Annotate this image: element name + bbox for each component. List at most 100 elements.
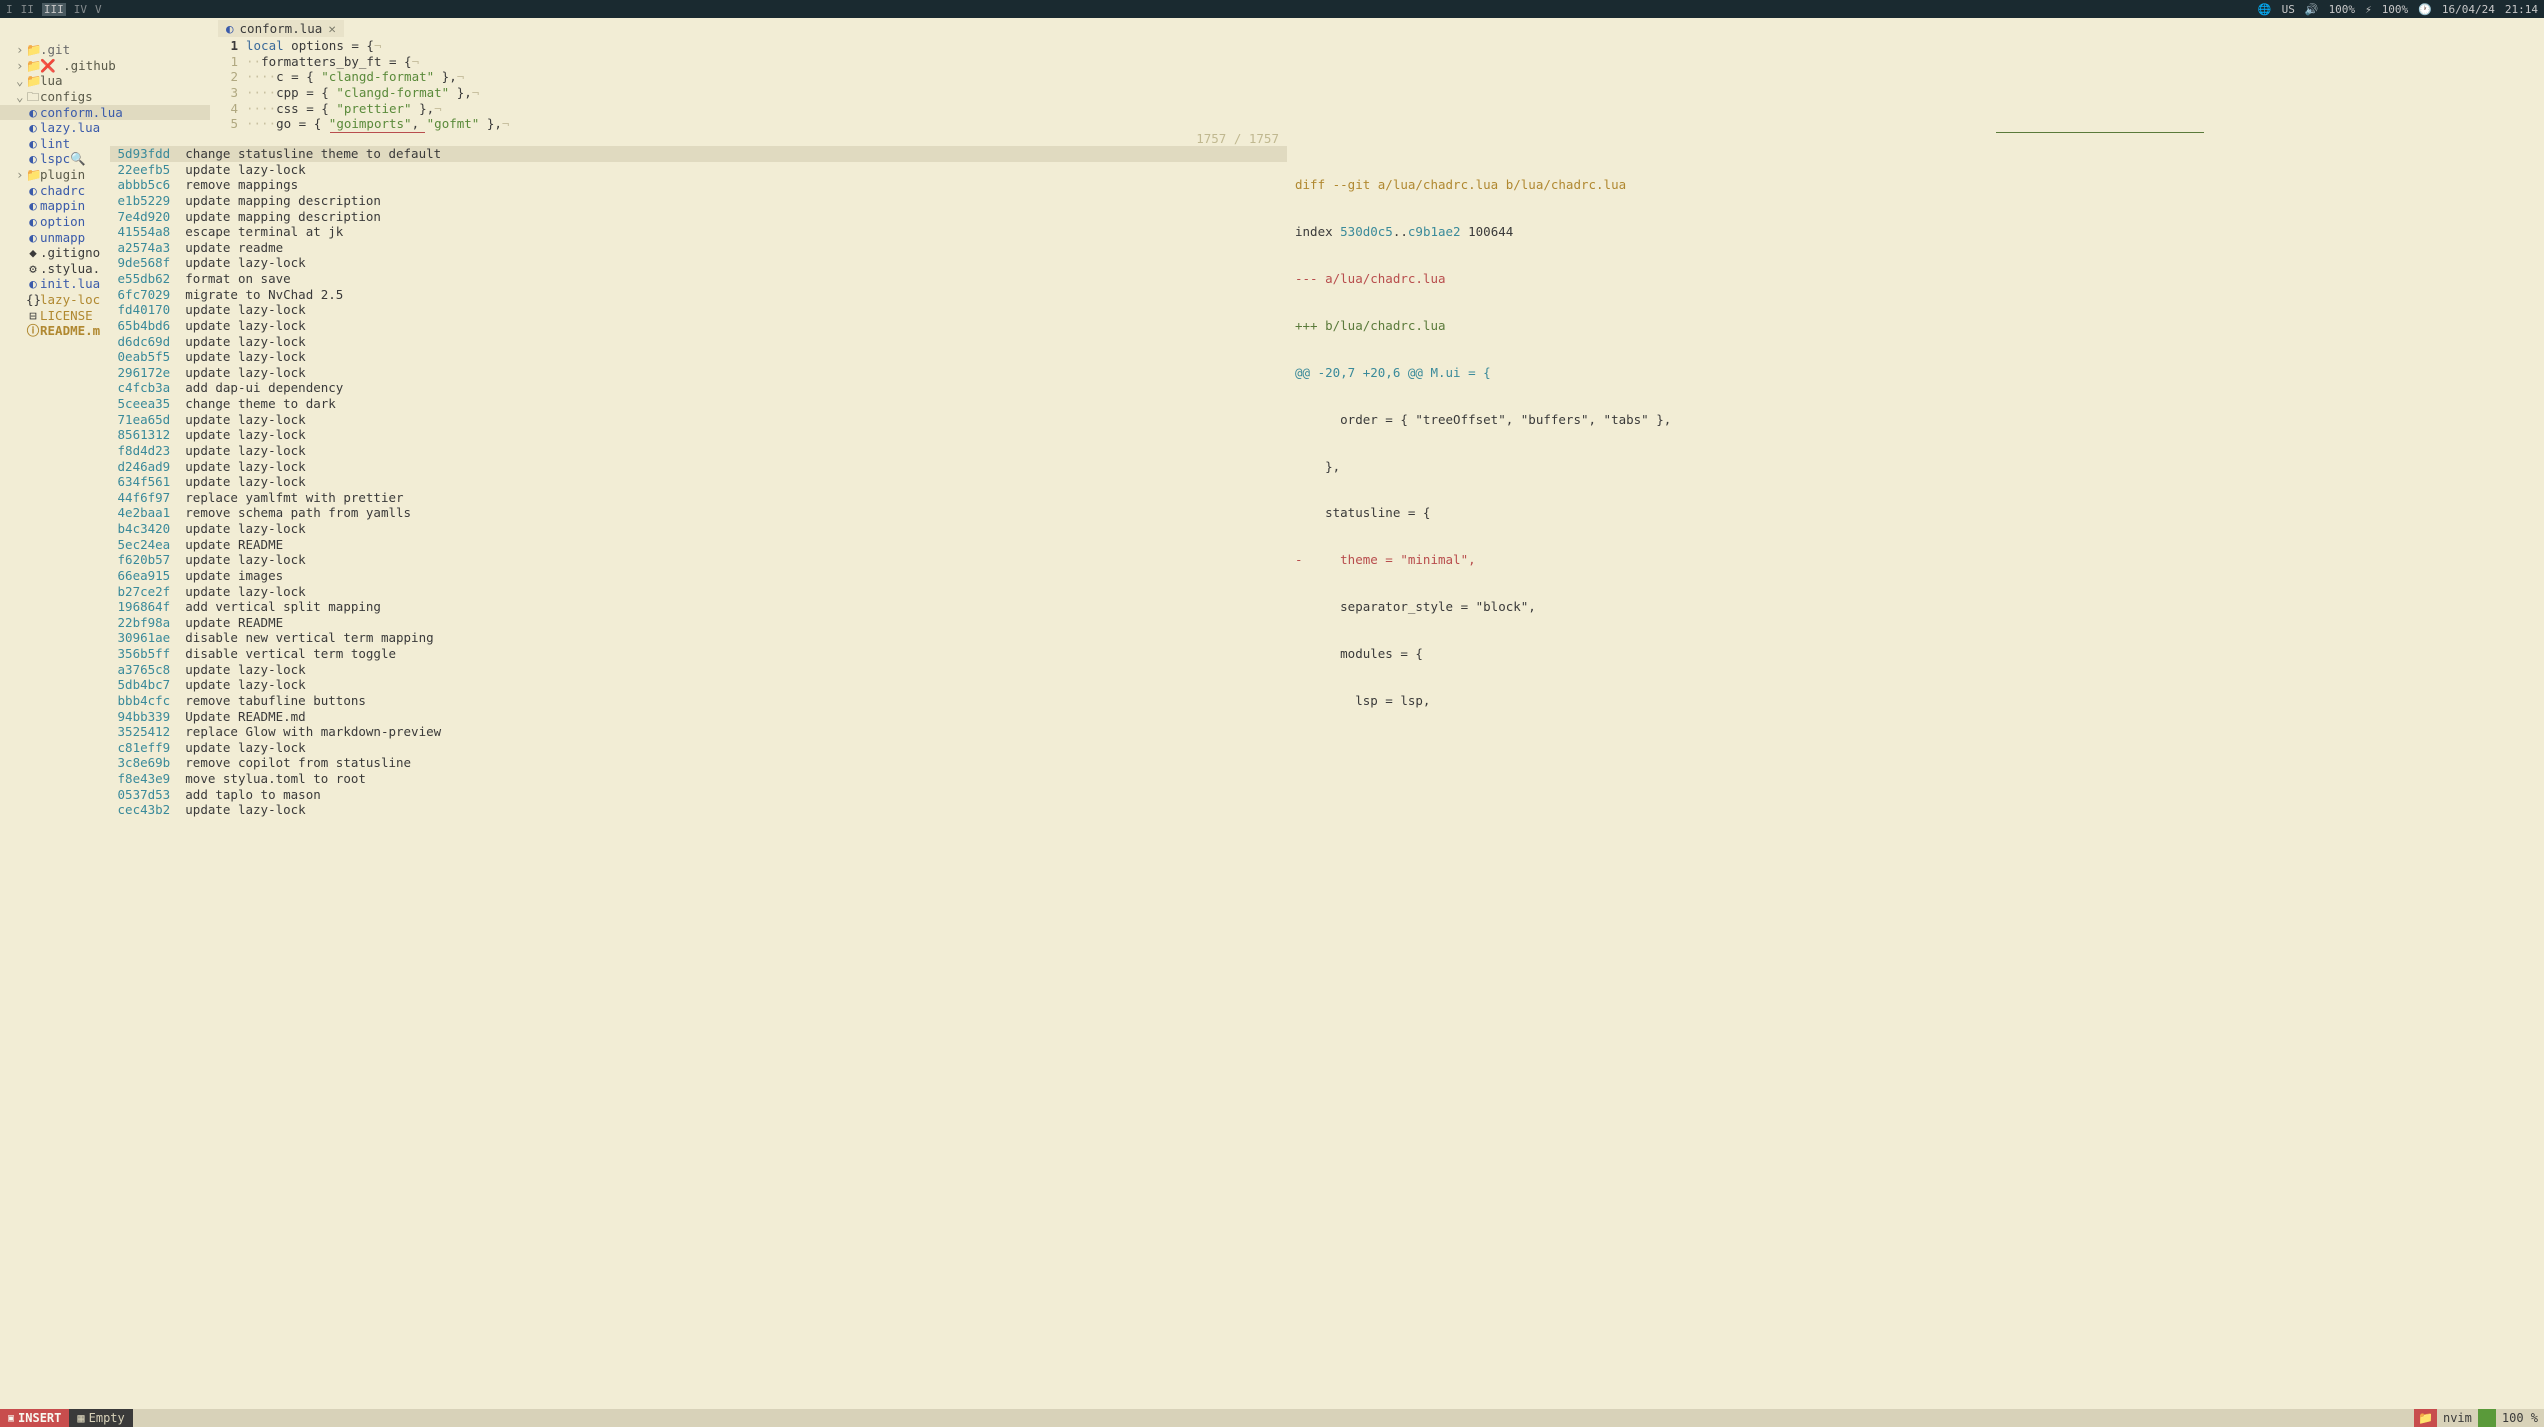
commit-row[interactable]: 5ec24ea update README <box>110 537 1287 553</box>
commit-row[interactable]: 296172e update lazy-lock <box>110 365 1287 381</box>
lua-icon: ◐ <box>226 21 234 36</box>
commit-row[interactable]: 6fc7029 migrate to NvChad 2.5 <box>110 287 1287 303</box>
commit-row[interactable]: 356b5ff disable vertical term toggle <box>110 646 1287 662</box>
commit-row[interactable]: 41554a8 escape terminal at jk <box>110 224 1287 240</box>
workspace-indicator: IIIIIIIVV <box>6 3 102 16</box>
commit-row[interactable]: 8561312 update lazy-lock <box>110 427 1287 443</box>
commit-row[interactable]: 4e2baa1 remove schema path from yamlls <box>110 505 1287 521</box>
picker-preview: Git Diff to Parent Preview diff --git a/… <box>1287 132 2464 1327</box>
volume-pct: 100% <box>2329 3 2356 16</box>
commit-row[interactable]: 22eefb5 update lazy-lock <box>110 162 1287 178</box>
tree-item[interactable]: ›📁 ❌ .github <box>0 58 210 74</box>
commit-row[interactable]: 65b4bd6 update lazy-lock <box>110 318 1287 334</box>
tree-item[interactable]: ›📁 .git <box>0 42 210 58</box>
diff-ctx: separator_style = "block", <box>1295 599 2464 615</box>
commit-row[interactable]: 22bf98a update README <box>110 615 1287 631</box>
diff-removed: - theme = "minimal", <box>1295 552 2464 568</box>
commit-row[interactable]: 94bb339 Update README.md <box>110 709 1287 725</box>
scroll-pct: 100 % <box>2496 1409 2544 1427</box>
commit-row[interactable]: 0537d53 add taplo to mason <box>110 787 1287 803</box>
code-line[interactable]: 1··formatters_by_ft = {¬ <box>218 54 2544 70</box>
commit-row[interactable]: 3525412 replace Glow with markdown-previ… <box>110 724 1287 740</box>
workspace-IV[interactable]: IV <box>74 3 87 16</box>
mode-indicator: ▣ INSERT <box>0 1409 69 1427</box>
tab-conform[interactable]: ◐ conform.lua ✕ <box>218 20 344 37</box>
folder-icon: 📁 <box>2414 1409 2437 1427</box>
tree-item[interactable]: ◐ conform.lua <box>0 105 210 121</box>
code-line[interactable]: 3····cpp = { "clangd-format" },¬ <box>218 85 2544 101</box>
diff-index: index 530d0c5..c9b1ae2 100644 <box>1295 224 2464 240</box>
commit-row[interactable]: c4fcb3a add dap-ui dependency <box>110 380 1287 396</box>
commit-row[interactable]: cec43b2 update lazy-lock <box>110 802 1287 818</box>
code-buffer[interactable]: 1local options = {¬1··formatters_by_ft =… <box>210 38 2544 132</box>
picker-left-title: Git Commits <box>330 132 425 133</box>
cwd-name: nvim <box>2437 1409 2478 1427</box>
commit-row[interactable]: a2574a3 update readme <box>110 240 1287 256</box>
file-icon: ▦ <box>77 1411 84 1425</box>
spacer <box>133 1409 2414 1427</box>
commit-row[interactable]: 3c8e69b remove copilot from statusline <box>110 755 1287 771</box>
os-tray: 🌐 US 🔊 100% ⚡ 100% 🕐 16/04/24 21:14 <box>2258 3 2538 16</box>
date: 16/04/24 <box>2442 3 2495 16</box>
time: 21:14 <box>2505 3 2538 16</box>
commit-row[interactable]: 66ea915 update images <box>110 568 1287 584</box>
commit-row[interactable]: f620b57 update lazy-lock <box>110 552 1287 568</box>
commit-row[interactable]: d6dc69d update lazy-lock <box>110 334 1287 350</box>
diff-ctx: statusline = { <box>1295 505 2464 521</box>
commit-row[interactable]: bbb4cfc remove tabufline buttons <box>110 693 1287 709</box>
close-icon[interactable]: ✕ <box>328 21 336 36</box>
diff-minus-file: --- a/lua/chadrc.lua <box>1295 271 2464 287</box>
tree-item[interactable]: ⌄🗀 configs <box>0 89 210 105</box>
commit-row[interactable]: 5db4bc7 update lazy-lock <box>110 677 1287 693</box>
clock-icon: 🕐 <box>2418 3 2432 16</box>
picker-results[interactable]: Git Commits 1757 / 1757 5d93fdd change s… <box>110 132 1287 1327</box>
workspace-I[interactable]: I <box>6 3 13 16</box>
commit-row[interactable]: e55db62 format on save <box>110 271 1287 287</box>
commit-row[interactable]: f8e43e9 move stylua.toml to root <box>110 771 1287 787</box>
commit-row[interactable]: fd40170 update lazy-lock <box>110 302 1287 318</box>
commit-row[interactable]: 30961ae disable new vertical term mappin… <box>110 630 1287 646</box>
commit-row[interactable]: abbb5c6 remove mappings <box>110 177 1287 193</box>
commit-row[interactable]: b4c3420 update lazy-lock <box>110 521 1287 537</box>
tree-item[interactable]: ⌄📁 lua <box>0 73 210 89</box>
commit-row[interactable]: e1b5229 update mapping description <box>110 193 1287 209</box>
file-text: Empty <box>89 1411 125 1425</box>
keyboard-layout: US <box>2282 3 2295 16</box>
git-commits-picker[interactable]: Git Commits 1757 / 1757 5d93fdd change s… <box>110 132 2464 1327</box>
commit-row[interactable]: a3765c8 update lazy-lock <box>110 662 1287 678</box>
nvim-window: ›📁 .git›📁 ❌ .github⌄📁 lua ⌄🗀 configs ◐ c… <box>0 18 2544 1427</box>
commit-row[interactable]: 634f561 update lazy-lock <box>110 474 1287 490</box>
commit-row[interactable]: b27ce2f update lazy-lock <box>110 584 1287 600</box>
commit-row[interactable]: 71ea65d update lazy-lock <box>110 412 1287 428</box>
workspace-II[interactable]: II <box>21 3 34 16</box>
code-line[interactable]: 2····c = { "clangd-format" },¬ <box>218 69 2544 85</box>
code-line[interactable]: 4····css = { "prettier" },¬ <box>218 101 2544 117</box>
mode-icon: ▣ <box>8 1413 14 1424</box>
commit-row[interactable]: d246ad9 update lazy-lock <box>110 459 1287 475</box>
commit-row[interactable]: c81eff9 update lazy-lock <box>110 740 1287 756</box>
statusline: ▣ INSERT ▦ Empty 📁 nvim 100 % <box>0 1409 2544 1427</box>
commit-row[interactable]: 196864f add vertical split mapping <box>110 599 1287 615</box>
battery-icon: ⚡ <box>2365 3 2372 16</box>
commit-row[interactable]: 5ceea35 change theme to dark <box>110 396 1287 412</box>
commit-row[interactable]: 5d93fdd change statusline theme to defau… <box>110 146 1287 162</box>
picker-right-title: Git Diff to Parent Preview <box>1996 132 2204 133</box>
workspace-V[interactable]: V <box>95 3 102 16</box>
workspace-III[interactable]: III <box>42 3 66 16</box>
commit-row[interactable]: f8d4d23 update lazy-lock <box>110 443 1287 459</box>
search-icon: 🔍 <box>70 151 86 167</box>
progress-icon <box>2478 1409 2496 1427</box>
commit-row[interactable]: 9de568f update lazy-lock <box>110 255 1287 271</box>
diff-ctx: lsp = lsp, <box>1295 693 2464 709</box>
code-line[interactable]: 1local options = {¬ <box>218 38 2544 54</box>
commit-row[interactable]: 0eab5f5 update lazy-lock <box>110 349 1287 365</box>
diff-hunk: @@ -20,7 +20,6 @@ M.ui = { <box>1295 365 2464 381</box>
diff-ctx: modules = { <box>1295 646 2464 662</box>
tabline[interactable]: ◐ conform.lua ✕ <box>210 18 2544 38</box>
commit-row[interactable]: 7e4d920 update mapping description <box>110 209 1287 225</box>
diff-ctx: }, <box>1295 459 2464 475</box>
diff-header: diff --git a/lua/chadrc.lua b/lua/chadrc… <box>1295 177 2464 193</box>
code-line[interactable]: 5····go = { "goimports", "gofmt" },¬ <box>218 116 2544 132</box>
commit-row[interactable]: 44f6f97 replace yamlfmt with prettier <box>110 490 1287 506</box>
diff-plus-file: +++ b/lua/chadrc.lua <box>1295 318 2464 334</box>
